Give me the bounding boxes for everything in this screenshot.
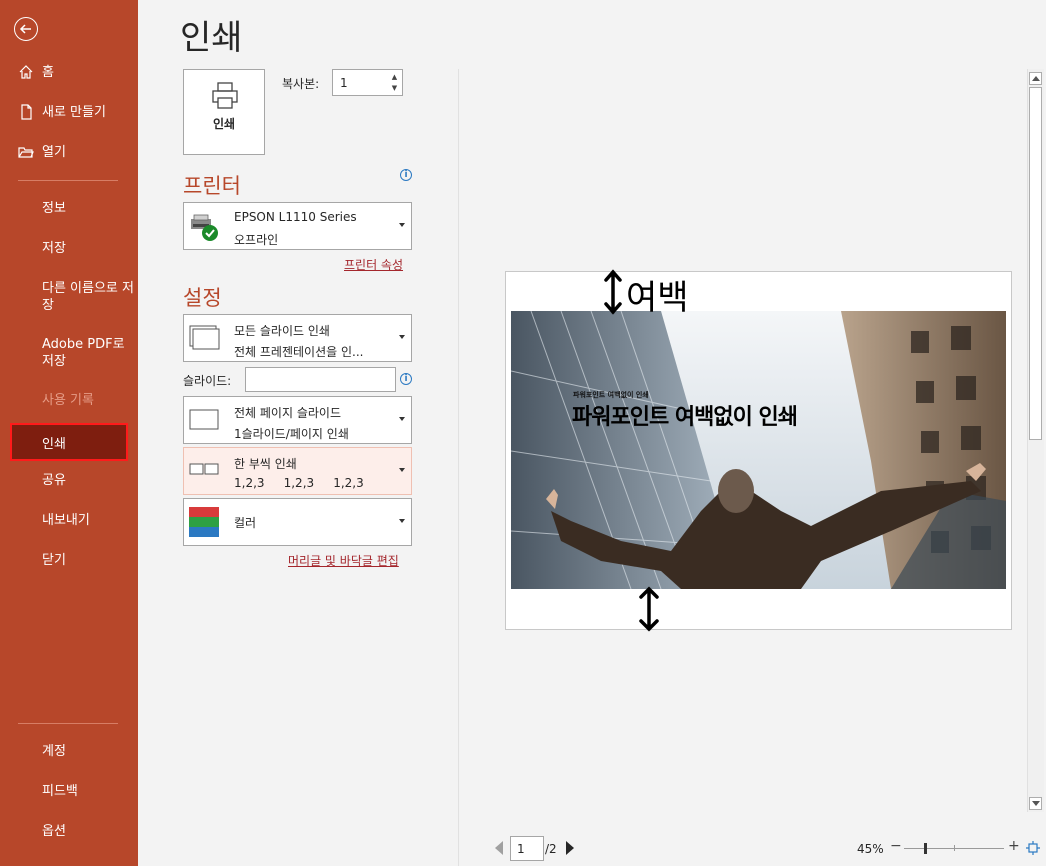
sidebar-item-label: 내보내기 (42, 513, 90, 528)
back-arrow-icon (19, 24, 31, 34)
slide-title: 파워포인트 여백없이 인쇄 (572, 405, 798, 430)
double-arrow-bottom-annotation (639, 586, 659, 632)
layout-title: 전체 페이지 슬라이드 (234, 406, 341, 420)
previous-page-icon[interactable] (495, 841, 503, 855)
slides-label: 슬라이드: (183, 374, 232, 388)
sidebar-item-label: 정보 (42, 201, 66, 216)
printer-properties-link[interactable]: 프린터 속성 (344, 256, 403, 273)
scroll-down-button[interactable] (1029, 797, 1042, 810)
print-range-subtitle: 전체 프레젠테이션을 인... (234, 345, 364, 359)
chevron-down-icon (399, 335, 405, 339)
layout-dropdown[interactable]: 전체 페이지 슬라이드 1슬라이드/페이지 인쇄 (183, 396, 412, 444)
collate-dropdown[interactable]: 한 부씩 인쇄 1,2,3 1,2,3 1,2,3 (183, 447, 412, 495)
page-number-input[interactable]: 1 (510, 836, 544, 861)
sidebar-item-label: Adobe PDF로 저장 (42, 337, 125, 369)
printer-ready-icon (191, 214, 218, 241)
settings-section-title: 설정 (183, 286, 222, 310)
fit-to-window-icon[interactable] (1026, 841, 1040, 855)
backstage-sidebar: 홈 새로 만들기 열기 정보 저장 다른 이름으로 저장 Adobe PDF로 … (0, 0, 138, 866)
sidebar-item-label: 홈 (42, 65, 54, 80)
printer-name: EPSON L1110 Series (234, 210, 357, 224)
layout-subtitle: 1슬라이드/페이지 인쇄 (234, 427, 349, 441)
slide-preview-image (511, 311, 1006, 589)
sidebar-item-label: 옵션 (42, 824, 66, 839)
print-button[interactable]: 인쇄 (183, 69, 265, 155)
folder-open-icon (18, 147, 34, 158)
margin-annotation-text: 여백 (626, 278, 689, 318)
full-page-slide-icon (189, 409, 219, 430)
back-button[interactable] (14, 17, 38, 41)
scroll-up-button[interactable] (1029, 72, 1042, 85)
next-page-icon[interactable] (566, 841, 574, 855)
chevron-down-icon (399, 468, 405, 472)
all-slides-icon (189, 325, 220, 350)
sidebar-divider (18, 723, 118, 724)
scroll-thumb[interactable] (1029, 87, 1042, 440)
copies-stepper[interactable]: ▲▼ (332, 69, 403, 96)
color-icon (189, 507, 219, 537)
header-footer-link[interactable]: 머리글 및 바닥글 편집 (288, 552, 399, 569)
sidebar-item-label: 다른 이름으로 저장 (42, 281, 134, 313)
page-total: /2 (545, 842, 557, 856)
printer-dropdown[interactable]: EPSON L1110 Series 오프라인 (183, 202, 412, 250)
sidebar-item-label: 계정 (42, 744, 66, 759)
sidebar-item-label: 사용 기록 (42, 393, 94, 408)
printer-section-title: 프린터 (183, 174, 241, 198)
collate-icon (189, 463, 219, 475)
sidebar-item-label: 열기 (42, 145, 66, 160)
color-dropdown[interactable]: 컬러 (183, 498, 412, 546)
chevron-down-icon (399, 519, 405, 523)
chevron-down-icon (399, 417, 405, 421)
color-title: 컬러 (234, 516, 257, 530)
copies-input[interactable] (340, 76, 384, 90)
sidebar-item-label: 저장 (42, 241, 66, 256)
print-button-label: 인쇄 (212, 117, 236, 131)
zoom-out-button[interactable]: − (890, 838, 902, 854)
page-title: 인쇄 (180, 18, 243, 58)
printer-icon (212, 82, 238, 109)
zoom-in-button[interactable]: + (1008, 838, 1020, 854)
chevron-down-icon (399, 223, 405, 227)
sidebar-item-label: 닫기 (42, 553, 66, 568)
slide-background-photo (511, 311, 1006, 589)
collate-title: 한 부씩 인쇄 (234, 457, 297, 471)
sidebar-item-print[interactable]: 인쇄 (10, 423, 128, 461)
sidebar-item-label: 피드백 (42, 784, 78, 799)
sidebar-item-label: 인쇄 (42, 437, 66, 452)
print-range-dropdown[interactable]: 모든 슬라이드 인쇄 전체 프레젠테이션을 인... (183, 314, 412, 362)
new-document-icon (21, 104, 32, 120)
sidebar-item-label: 새로 만들기 (42, 105, 106, 120)
home-icon (19, 65, 33, 79)
sidebar-item-label: 공유 (42, 473, 66, 488)
info-icon[interactable]: i (400, 169, 412, 181)
zoom-slider-center-tick (954, 845, 955, 851)
copies-label: 복사본: (282, 77, 320, 91)
panel-divider (458, 69, 459, 866)
print-range-title: 모든 슬라이드 인쇄 (234, 324, 330, 338)
zoom-level[interactable]: 45% (857, 842, 884, 856)
collate-subtitle: 1,2,3 1,2,3 1,2,3 (234, 476, 364, 490)
copies-spin-buttons[interactable]: ▲ ▼ (389, 72, 400, 94)
printer-status: 오프라인 (234, 233, 279, 247)
sidebar-divider (18, 180, 118, 181)
info-icon[interactable]: i (400, 373, 412, 385)
slides-input[interactable] (245, 367, 396, 392)
zoom-slider-thumb[interactable] (924, 843, 927, 854)
